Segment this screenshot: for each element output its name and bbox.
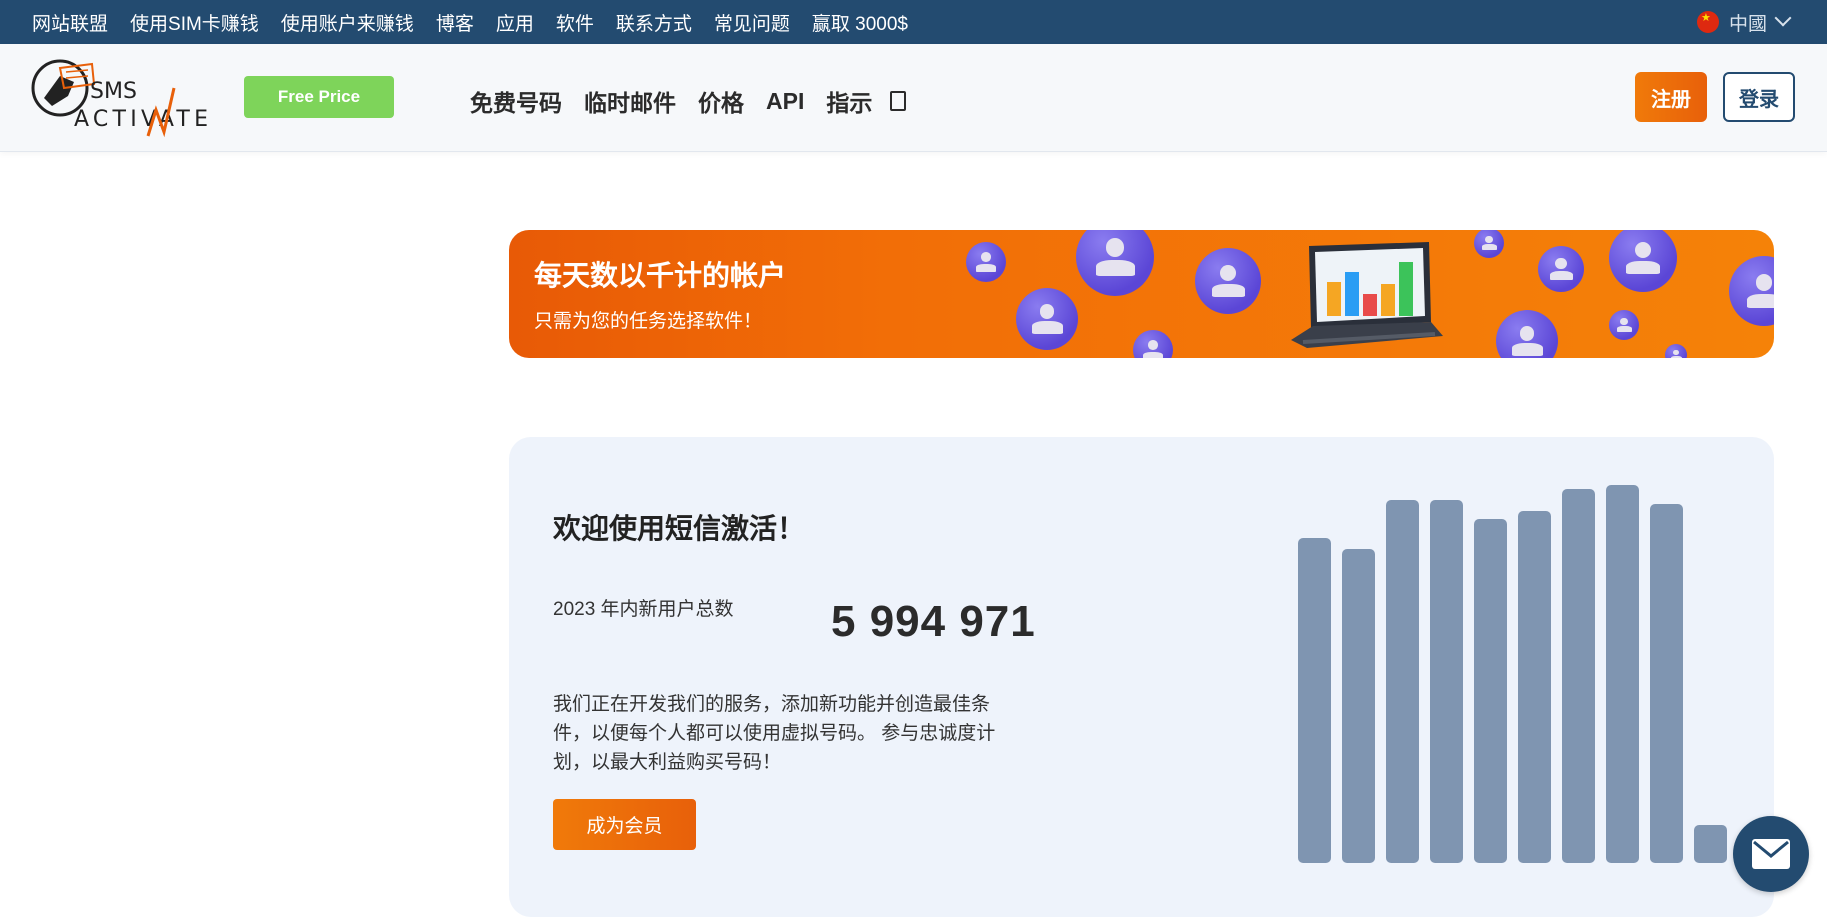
chevron-down-icon <box>1774 9 1792 27</box>
nav-prices[interactable]: 价格 <box>698 84 744 118</box>
new-users-count: 5 994 971 <box>831 597 1036 646</box>
top-bar: 网站联盟 使用SIM卡赚钱 使用账户来赚钱 博客 应用 软件 联系方式 常见问题… <box>0 0 1827 44</box>
top-link-contacts[interactable]: 联系方式 <box>616 9 692 36</box>
top-link-blog[interactable]: 博客 <box>436 9 474 36</box>
growth-bar <box>1694 825 1727 863</box>
user-bubble-icon <box>1076 230 1154 296</box>
free-price-button[interactable]: Free Price <box>244 76 394 118</box>
main-header: SMS ACTIVATE Free Price 免费号码 临时邮件 价格 API… <box>0 44 1827 152</box>
top-link-affiliate[interactable]: 网站联盟 <box>32 9 108 36</box>
top-link-win[interactable]: 赢取 3000$ <box>812 9 908 36</box>
user-bubble-icon <box>966 242 1006 282</box>
top-links: 网站联盟 使用SIM卡赚钱 使用账户来赚钱 博客 应用 软件 联系方式 常见问题… <box>32 0 930 44</box>
top-link-apps[interactable]: 应用 <box>496 9 534 36</box>
promo-banner[interactable]: 每天数以千计的帐户 只需为您的任务选择软件！ <box>509 230 1774 358</box>
growth-bar <box>1386 500 1419 863</box>
growth-bar <box>1650 504 1683 863</box>
top-link-sim-earn[interactable]: 使用SIM卡赚钱 <box>130 9 259 36</box>
language-label: 中國 <box>1728 13 1767 35</box>
banner-subtitle: 只需为您的任务选择软件！ <box>534 311 763 332</box>
user-bubble-icon <box>1538 246 1584 292</box>
user-bubble-icon <box>1729 256 1774 326</box>
user-bubble-icon <box>1609 310 1639 340</box>
growth-bar <box>1342 549 1375 863</box>
growth-bar <box>1606 485 1639 863</box>
logo-text-activate: ACTIVATE <box>74 107 208 132</box>
banner-title: 每天数以千计的帐户 <box>534 260 787 291</box>
become-member-button[interactable]: 成为会员 <box>553 799 696 850</box>
nav-free-numbers[interactable]: 免费号码 <box>470 84 562 118</box>
user-bubble-icon <box>1609 230 1677 292</box>
growth-bar <box>1298 538 1331 863</box>
user-bubble-icon <box>1133 330 1173 358</box>
doc-icon[interactable] <box>890 91 907 111</box>
top-link-faq[interactable]: 常见问题 <box>714 9 790 36</box>
logo-text-sms: SMS <box>90 79 137 104</box>
user-bubble-icon <box>1665 344 1687 358</box>
user-bubble-icon <box>1016 288 1078 350</box>
register-button[interactable]: 注册 <box>1635 72 1707 122</box>
growth-bar <box>1518 511 1551 863</box>
user-bubble-icon <box>1195 248 1261 314</box>
service-description: 我们正在开发我们的服务，添加新功能并创造最佳条件，以便每个人都可以使用虚拟号码。… <box>553 694 996 773</box>
laptop-chart-icon <box>1291 242 1443 348</box>
growth-bar <box>1562 489 1595 863</box>
nav-instructions[interactable]: 指示 <box>826 84 872 118</box>
language-selector[interactable]: ★ 中國 <box>1696 0 1792 44</box>
mail-icon <box>1752 839 1790 869</box>
flag-star: ★ <box>1700 12 1711 24</box>
user-bubble-icon <box>1496 310 1558 358</box>
new-users-label: 2023 年内新用户总数 <box>553 599 734 620</box>
growth-bar <box>1430 500 1463 863</box>
nav-api[interactable]: API <box>766 88 804 115</box>
sms-activate-logo[interactable]: SMS ACTIVATE <box>30 58 210 138</box>
login-button[interactable]: 登录 <box>1723 72 1795 122</box>
nav-temp-mail[interactable]: 临时邮件 <box>584 84 676 118</box>
growth-bars <box>1298 485 1738 863</box>
china-flag-icon: ★ <box>1696 11 1719 33</box>
welcome-card: 欢迎使用短信激活！ 2023 年内新用户总数 5 994 971 我们正在开发我… <box>509 437 1774 917</box>
mail-button[interactable] <box>1733 816 1809 892</box>
growth-bar <box>1474 519 1507 863</box>
top-link-software[interactable]: 软件 <box>556 9 594 36</box>
welcome-heading: 欢迎使用短信激活！ <box>553 513 806 544</box>
main-nav: 免费号码 临时邮件 价格 API 指示 <box>470 84 907 118</box>
user-bubble-icon <box>1474 230 1504 258</box>
top-link-account-earn[interactable]: 使用账户来赚钱 <box>281 9 414 36</box>
